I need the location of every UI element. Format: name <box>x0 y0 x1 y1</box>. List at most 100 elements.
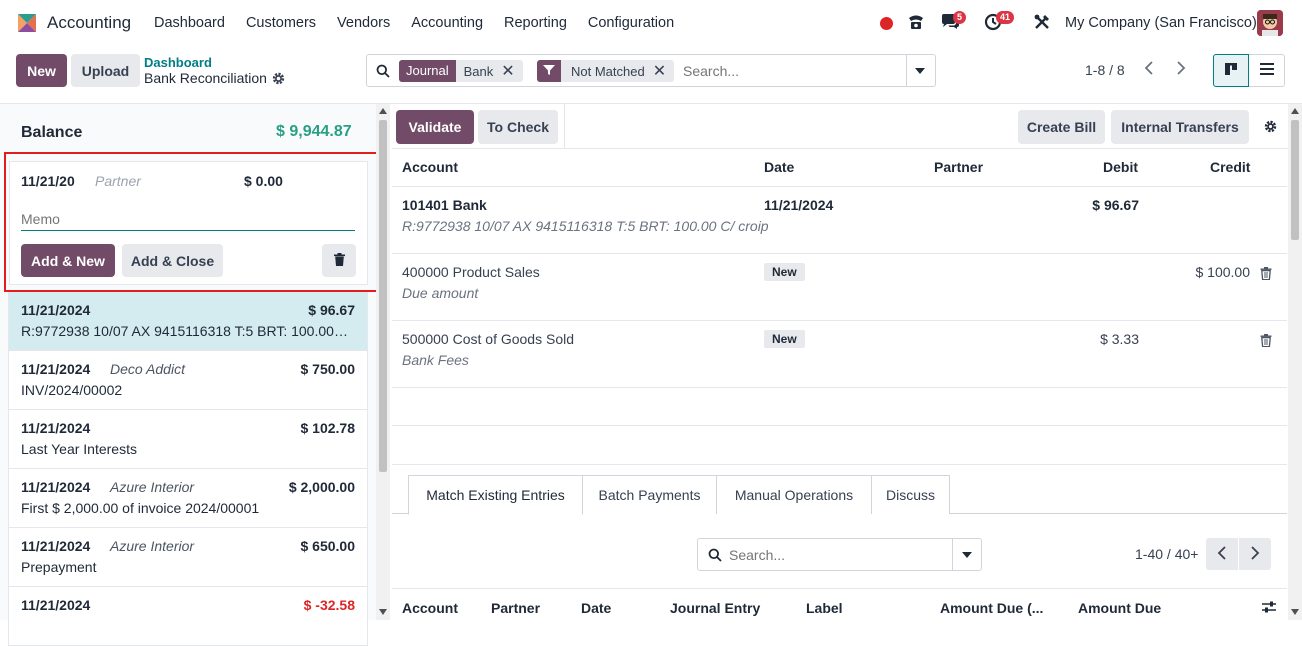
facet-journal-remove-icon[interactable]: ✕ <box>501 61 522 81</box>
statement-reference: R:9772938 10/07 AX 9415116318 T:5 BRT: 1… <box>21 323 351 339</box>
statement-line[interactable]: 11/21/2024 Azure Interior $ 650.00 Prepa… <box>8 528 368 587</box>
col-partner[interactable]: Partner <box>491 600 540 616</box>
col-label[interactable]: Label <box>806 600 843 616</box>
user-avatar-image <box>1257 10 1283 36</box>
line-delete-trash-icon[interactable] <box>1260 334 1272 347</box>
chat-count-badge: 5 <box>953 11 967 24</box>
form-partner-field[interactable]: Partner <box>95 173 141 189</box>
filter-icon <box>537 60 561 82</box>
scroll-down-icon[interactable] <box>1291 609 1299 615</box>
menu-vendors[interactable]: Vendors <box>337 15 390 31</box>
match-search-caret-icon[interactable] <box>962 552 972 558</box>
upload-button[interactable]: Upload <box>71 54 140 87</box>
search-icon <box>376 64 390 78</box>
company-switcher[interactable]: My Company (San Francisco) <box>1065 15 1257 31</box>
internal-transfers-button[interactable]: Internal Transfers <box>1111 110 1249 144</box>
match-search-input[interactable] <box>729 544 939 566</box>
menu-dashboard[interactable]: Dashboard <box>154 15 225 31</box>
pager-next-button[interactable] <box>1165 54 1197 86</box>
line-account: 101401 Bank <box>402 197 487 213</box>
create-bill-button[interactable]: Create Bill <box>1018 110 1105 144</box>
line-delete-trash-icon[interactable] <box>1260 267 1272 280</box>
facet-journal: Journal Bank ✕ <box>399 60 523 82</box>
tab-manual-operations[interactable]: Manual Operations <box>716 475 872 514</box>
phone-icon[interactable] <box>906 12 926 32</box>
scroll-up-icon[interactable] <box>379 108 387 114</box>
reconcile-line[interactable]: 500000 Cost of Goods Sold Bank Fees New … <box>392 321 1287 388</box>
tools-icon[interactable] <box>1033 13 1051 31</box>
facet-not-matched: Not Matched ✕ <box>537 60 675 82</box>
top-navbar: Accounting Dashboard Customers Vendors A… <box>0 0 1302 46</box>
statement-partner: Azure Interior <box>110 538 195 554</box>
menu-accounting[interactable]: Accounting <box>411 15 483 31</box>
menu-customers[interactable]: Customers <box>246 15 316 31</box>
statement-line[interactable]: 11/21/2024 $ -32.58 <box>8 587 368 646</box>
statement-line[interactable]: 11/21/2024 $ 96.67 R:9772938 10/07 AX 94… <box>8 292 368 351</box>
line-label: R:9772938 10/07 AX 9415116318 T:5 BRT: 1… <box>402 218 769 234</box>
menu-configuration[interactable]: Configuration <box>588 15 674 31</box>
form-date-field[interactable]: 11/21/20 <box>21 173 79 189</box>
validate-button[interactable]: Validate <box>396 110 474 144</box>
pager-value[interactable]: 1-8 / 8 <box>1085 62 1125 78</box>
new-button[interactable]: New <box>16 54 67 87</box>
to-check-button[interactable]: To Check <box>478 110 558 144</box>
form-memo-input[interactable] <box>21 207 355 231</box>
menu-reporting[interactable]: Reporting <box>504 15 567 31</box>
recording-dot-icon[interactable] <box>880 17 893 30</box>
list-icon <box>1259 63 1274 75</box>
search-input[interactable] <box>683 60 903 82</box>
chevron-right-icon <box>1177 60 1186 75</box>
tab-match-existing-entries[interactable]: Match Existing Entries <box>408 475 583 515</box>
col-amount-due[interactable]: Amount Due <box>1078 600 1161 616</box>
statement-date: 11/21/2024 <box>21 302 91 318</box>
statement-scrollbar-thumb[interactable] <box>379 120 387 472</box>
search-icon <box>708 548 722 562</box>
breadcrumb-dashboard[interactable]: Dashboard <box>144 55 212 70</box>
right-panel-scrollbar[interactable] <box>1288 104 1302 620</box>
add-and-new-button[interactable]: Add & New <box>21 244 115 277</box>
line-label: Due amount <box>402 285 479 301</box>
gear-icon[interactable] <box>272 72 285 85</box>
column-settings-sliders-icon[interactable] <box>1262 601 1276 613</box>
statement-partner: Deco Addict <box>110 361 185 377</box>
statement-date: 11/21/2024 <box>21 538 91 554</box>
statement-partner: Azure Interior <box>110 479 195 495</box>
accounting-app-icon[interactable] <box>16 12 38 34</box>
reconcile-line[interactable]: 101401 Bank R:9772938 10/07 AX 941511631… <box>392 187 1287 254</box>
match-pager-previous-button[interactable] <box>1206 538 1238 570</box>
statement-scrollbar[interactable] <box>376 104 390 620</box>
form-delete-button[interactable] <box>322 244 356 277</box>
statement-line[interactable]: 11/21/2024 $ 102.78 Last Year Interests <box>8 410 368 469</box>
statement-line[interactable]: 11/21/2024 Deco Addict $ 750.00 INV/2024… <box>8 351 368 410</box>
col-date[interactable]: Date <box>581 600 611 616</box>
app-name[interactable]: Accounting <box>47 13 131 33</box>
scroll-up-icon[interactable] <box>1291 108 1299 114</box>
col-account[interactable]: Account <box>402 600 458 616</box>
list-view-button[interactable] <box>1249 54 1285 87</box>
kanban-view-button[interactable] <box>1213 54 1249 87</box>
facet-journal-value: Bank <box>463 63 494 79</box>
statement-reference: First $ 2,000.00 of invoice 2024/00001 <box>21 500 260 516</box>
facet-journal-tag: Journal <box>399 60 456 82</box>
col-amount-due-currency[interactable]: Amount Due (... <box>940 600 1043 616</box>
tab-batch-payments[interactable]: Batch Payments <box>582 475 717 514</box>
reconcile-line[interactable]: 400000 Product Sales Due amount New $ 10… <box>392 254 1287 321</box>
activity-count-badge: 41 <box>996 11 1015 24</box>
form-amount-field[interactable]: $ 0.00 <box>244 173 283 189</box>
search-options-caret-icon[interactable] <box>915 68 925 74</box>
match-pager-value[interactable]: 1-40 / 40+ <box>1135 546 1198 562</box>
statement-line[interactable]: 11/21/2024 Azure Interior $ 2,000.00 Fir… <box>8 469 368 528</box>
user-avatar[interactable] <box>1257 10 1283 36</box>
chevron-left-icon <box>1217 545 1226 560</box>
col-journal-entry[interactable]: Journal Entry <box>670 600 760 616</box>
add-and-close-button[interactable]: Add & Close <box>122 244 223 277</box>
settings-gear-icon[interactable] <box>1264 120 1277 133</box>
right-panel-scrollbar-thumb[interactable] <box>1291 120 1299 240</box>
match-pager-next-button[interactable] <box>1239 538 1271 570</box>
statement-amount: $ 750.00 <box>300 361 356 377</box>
kanban-icon <box>1225 63 1237 75</box>
pager-previous-button[interactable] <box>1133 54 1165 86</box>
facet-not-matched-remove-icon[interactable]: ✕ <box>653 61 674 81</box>
tab-discuss[interactable]: Discuss <box>871 475 950 514</box>
scroll-down-icon[interactable] <box>379 609 387 615</box>
